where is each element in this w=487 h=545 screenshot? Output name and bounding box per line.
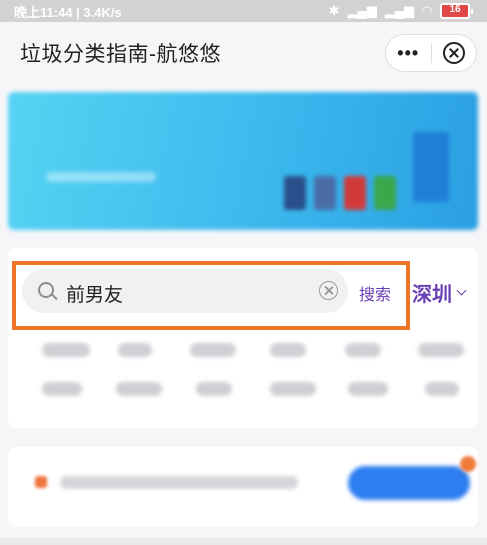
hot-tag[interactable] — [118, 343, 152, 357]
phone-illustration — [413, 132, 449, 202]
trash-bin-icon — [374, 176, 396, 210]
notice-icon — [35, 476, 47, 488]
more-dots-icon[interactable]: ••• — [386, 43, 431, 64]
hot-tag[interactable] — [116, 382, 162, 396]
badge — [460, 456, 476, 472]
signal-icon: ▂▄▆ — [347, 3, 377, 18]
battery-level: 16 — [449, 4, 461, 15]
annotation-highlight-box — [12, 261, 410, 330]
bluetooth-icon: ✱ — [328, 3, 340, 18]
status-bar: 晚上11:44 | 3.4K/s ✱ ▂▄▆ ▂▄▆ ◠ 16 — [0, 0, 487, 22]
banner[interactable] — [8, 92, 478, 230]
trash-bin-icon — [344, 176, 366, 210]
hot-tag[interactable] — [42, 382, 82, 396]
hot-tag[interactable] — [42, 343, 90, 357]
chevron-down-icon — [456, 285, 467, 296]
hot-tag[interactable] — [425, 382, 459, 396]
hot-tag[interactable] — [270, 382, 316, 396]
battery-icon: 16 — [440, 3, 473, 19]
hot-tag[interactable] — [345, 343, 381, 357]
hot-tag[interactable] — [348, 382, 388, 396]
page-title: 垃圾分类指南-航悠悠 — [20, 43, 221, 66]
signal-icon: ▂▄▆ — [384, 3, 414, 18]
notice-text-blur — [60, 476, 298, 489]
next-section-edge — [0, 538, 487, 545]
trash-bin-icon — [284, 176, 306, 210]
status-icons: ✱ ▂▄▆ ▂▄▆ ◠ 16 — [329, 3, 473, 19]
wifi-icon: ◠ — [422, 3, 432, 18]
menu-capsule: ••• — [385, 34, 477, 72]
hot-tag[interactable] — [196, 382, 232, 396]
action-button[interactable] — [348, 466, 470, 500]
status-time: 晚上11:44 | 3.4K/s — [14, 4, 122, 20]
trash-bin-icon — [314, 176, 336, 210]
hot-tag[interactable] — [190, 343, 236, 357]
title-bar: 垃圾分类指南-航悠悠 ••• — [0, 22, 487, 88]
city-label: 深圳 — [412, 284, 452, 306]
city-selector[interactable]: 深圳 — [412, 278, 467, 307]
close-circle-icon — [442, 42, 465, 64]
hot-tag[interactable] — [418, 343, 464, 357]
banner-subtitle-blur — [46, 172, 156, 182]
hot-tag[interactable] — [270, 343, 306, 357]
close-button[interactable] — [431, 42, 476, 64]
